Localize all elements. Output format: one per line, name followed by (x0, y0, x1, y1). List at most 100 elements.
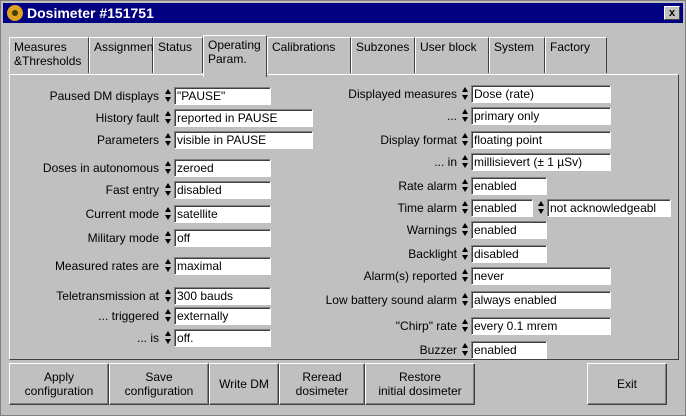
save-configuration-button[interactable]: Save configuration (109, 363, 209, 405)
spinner-arrows-icon[interactable] (461, 343, 470, 357)
button-label: dosimeter (295, 384, 349, 398)
button-label: configuration (24, 384, 94, 398)
spinner-arrows-icon[interactable] (461, 201, 470, 215)
doses-in-autonomous-label: Doses in autonomous (42, 161, 159, 175)
button-label: initial dosimeter (378, 384, 462, 398)
triggered-field[interactable]: externally (174, 307, 271, 325)
button-label: Apply (43, 370, 75, 384)
close-button[interactable]: x (664, 6, 680, 20)
display-unit-field[interactable]: millisievert (± 1 µSv) (471, 153, 611, 171)
tab-label: System (494, 40, 535, 54)
tab-status[interactable]: Status (153, 37, 203, 73)
window-title: Dosimeter #151751 (27, 5, 154, 21)
spinner-arrows-icon[interactable] (164, 161, 173, 175)
spinner-arrows-icon[interactable] (461, 87, 470, 101)
button-label: Save (145, 370, 173, 384)
spinner-arrows-icon[interactable] (164, 89, 173, 103)
display-format-label: Display format (380, 133, 457, 147)
spinner-arrows-icon[interactable] (537, 201, 546, 215)
is-field[interactable]: off. (174, 329, 271, 347)
displayed-measures-sub-field[interactable]: primary only (471, 107, 611, 125)
teletransmission-field[interactable]: 300 bauds (174, 287, 271, 305)
time-alarm-ack-field[interactable]: not acknowledgeabl (547, 199, 671, 217)
title-bar: Dosimeter #151751 x (3, 3, 683, 23)
spinner-arrows-icon[interactable] (164, 207, 173, 221)
spinner-arrows-icon[interactable] (461, 155, 470, 169)
backlight-label: Backlight (408, 247, 457, 261)
tab-label: Calibrations (272, 40, 336, 54)
display-format-field[interactable]: floating point (471, 131, 611, 149)
button-label: configuration (124, 384, 194, 398)
fast-entry-label: Fast entry (105, 183, 159, 197)
display-unit-label: ... in (434, 155, 457, 169)
alarms-reported-field[interactable]: never (471, 267, 611, 285)
rate-alarm-label: Rate alarm (398, 179, 457, 193)
tab-user-block[interactable]: User block (415, 37, 489, 73)
doses-in-autonomous-field[interactable]: zeroed (174, 159, 271, 177)
tab-measures-thresholds[interactable]: Measures &Thresholds (9, 37, 89, 73)
buzzer-label: Buzzer (419, 343, 457, 357)
tab-operating-param[interactable]: Operating Param. (203, 35, 267, 77)
low-battery-sound-alarm-label: Low battery sound alarm (325, 293, 457, 307)
buzzer-field[interactable]: enabled (471, 341, 547, 359)
military-mode-field[interactable]: off (174, 229, 271, 247)
teletransmission-label: Teletransmission at (56, 289, 159, 303)
spinner-arrows-icon[interactable] (461, 109, 470, 123)
spinner-arrows-icon[interactable] (461, 269, 470, 283)
warnings-field[interactable]: enabled (471, 221, 547, 239)
warnings-label: Warnings (406, 223, 457, 237)
paused-dm-displays-label: Paused DM displays (49, 89, 159, 103)
dosimeter-window: Dosimeter #151751 x Measures &Thresholds… (0, 0, 686, 416)
rate-alarm-field[interactable]: enabled (471, 177, 547, 195)
current-mode-label: Current mode (85, 207, 159, 221)
tab-label: Assignment (94, 40, 157, 54)
apply-configuration-button[interactable]: Apply configuration (9, 363, 109, 405)
tab-label: Status (158, 40, 193, 54)
spinner-arrows-icon[interactable] (164, 231, 173, 245)
time-alarm-label: Time alarm (397, 201, 457, 215)
spinner-arrows-icon[interactable] (461, 319, 470, 333)
tab-subzones[interactable]: Subzones (351, 37, 415, 73)
military-mode-label: Military mode (87, 231, 159, 245)
backlight-field[interactable]: disabled (471, 245, 547, 263)
spinner-arrows-icon[interactable] (461, 223, 470, 237)
displayed-measures-field[interactable]: Dose (rate) (471, 85, 611, 103)
current-mode-field[interactable]: satellite (174, 205, 271, 223)
button-label: Restore (398, 370, 442, 384)
spinner-arrows-icon[interactable] (164, 331, 173, 345)
restore-initial-dosimeter-button[interactable]: Restore initial dosimeter (365, 363, 475, 405)
spinner-arrows-icon[interactable] (164, 183, 173, 197)
spinner-arrows-icon[interactable] (461, 293, 470, 307)
parameters-label: Parameters (96, 133, 159, 147)
spinner-arrows-icon[interactable] (164, 111, 173, 125)
button-label: Write DM (219, 377, 269, 391)
tab-factory[interactable]: Factory (545, 37, 607, 73)
tab-label: User block (420, 40, 477, 54)
displayed-measures-sub-label: ... (446, 109, 457, 123)
exit-button[interactable]: Exit (587, 363, 667, 405)
chirp-rate-field[interactable]: every 0.1 mrem (471, 317, 611, 335)
spinner-arrows-icon[interactable] (164, 309, 173, 323)
spinner-arrows-icon[interactable] (164, 289, 173, 303)
tab-assignment[interactable]: Assignment (89, 37, 157, 73)
paused-dm-displays-field[interactable]: "PAUSE" (174, 87, 271, 105)
spinner-arrows-icon[interactable] (164, 133, 173, 147)
is-label: ... is (136, 331, 159, 345)
time-alarm-field[interactable]: enabled (471, 199, 533, 217)
measured-rates-field[interactable]: maximal (174, 257, 271, 275)
button-label: Reread (302, 370, 342, 384)
tab-system[interactable]: System (489, 37, 545, 73)
fast-entry-field[interactable]: disabled (174, 181, 271, 199)
spinner-arrows-icon[interactable] (164, 259, 173, 273)
spinner-arrows-icon[interactable] (461, 133, 470, 147)
write-dm-button[interactable]: Write DM (209, 363, 279, 405)
low-battery-sound-alarm-field[interactable]: always enabled (471, 291, 611, 309)
tab-label: Measures &Thresholds (14, 40, 82, 68)
reread-dosimeter-button[interactable]: Reread dosimeter (279, 363, 365, 405)
button-label: Exit (616, 377, 637, 391)
spinner-arrows-icon[interactable] (461, 247, 470, 261)
displayed-measures-label: Displayed measures (348, 87, 457, 101)
tab-calibrations[interactable]: Calibrations (267, 37, 351, 73)
spinner-arrows-icon[interactable] (461, 179, 470, 193)
tab-label: Subzones (356, 40, 410, 54)
